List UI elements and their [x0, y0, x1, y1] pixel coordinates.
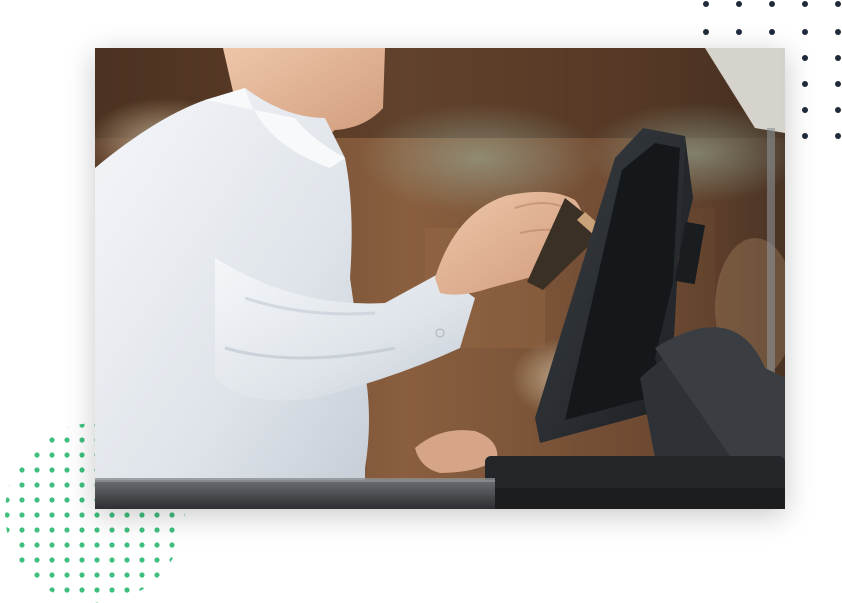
photo	[95, 48, 785, 509]
